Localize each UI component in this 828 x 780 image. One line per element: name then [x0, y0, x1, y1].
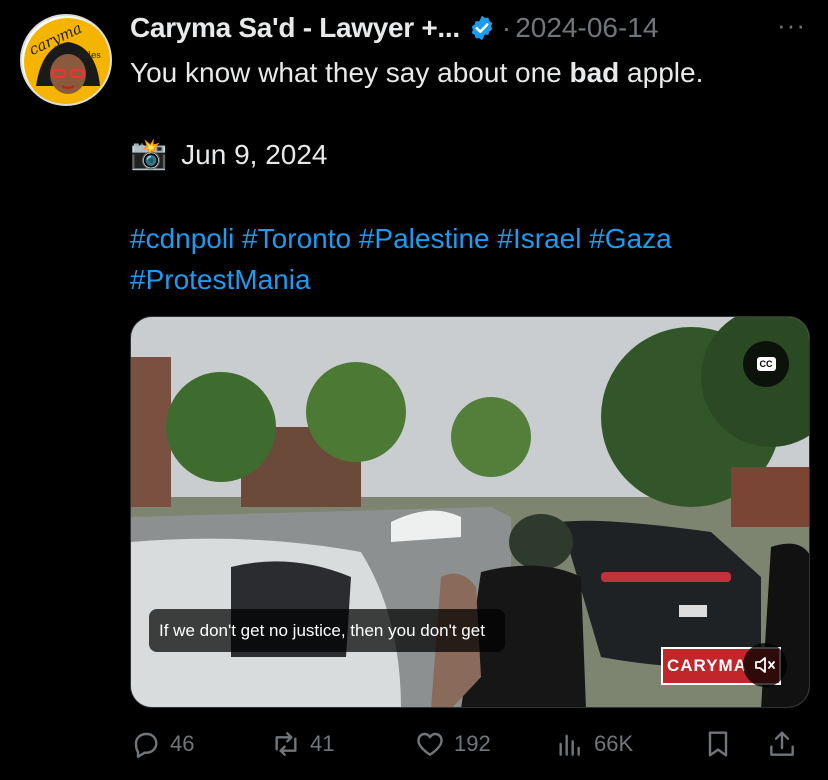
bookmark-button[interactable] — [702, 724, 742, 764]
tweet-photo-date-line: 📸 Jun 9, 2024 — [130, 136, 327, 174]
reply-button[interactable]: 46 — [130, 724, 194, 764]
author-name[interactable]: Caryma Sa'd - Lawyer +... — [130, 12, 460, 44]
reply-icon — [134, 732, 158, 758]
cc-icon: CC — [756, 357, 776, 371]
hashtag-list: #cdnpoli #Toronto #Palestine #Israel #Ga… — [130, 218, 810, 300]
svg-text:rules: rules — [78, 51, 101, 61]
avatar[interactable]: caryma rules — [20, 14, 112, 106]
hashtag-toronto[interactable]: #Toronto — [242, 223, 351, 254]
separator-dot: · — [501, 12, 512, 43]
verified-badge-icon[interactable] — [468, 14, 496, 42]
hashtag-gaza[interactable]: #Gaza — [589, 223, 672, 254]
like-count: 192 — [454, 731, 491, 756]
mute-toggle-button[interactable] — [743, 643, 787, 687]
closed-captions-button[interactable]: CC — [743, 341, 789, 387]
video-player[interactable]: CC If we don't get no justice, then you … — [130, 316, 810, 708]
hashtag-cdnpoli[interactable]: #cdnpoli — [130, 223, 234, 254]
tweet-text-pre: You know what they say about one — [130, 57, 570, 88]
like-button[interactable]: 192 — [414, 724, 491, 764]
speaker-muted-icon — [755, 657, 775, 673]
hashtag-israel[interactable]: #Israel — [497, 223, 581, 254]
share-button[interactable] — [766, 724, 806, 764]
tweet-header: Caryma Sa'd - Lawyer +... · 2024-06-14 ·… — [130, 10, 820, 46]
bookmark-icon — [708, 731, 728, 757]
tweet-text-post: apple. — [619, 57, 704, 88]
views-button[interactable]: 66K — [554, 724, 633, 764]
repost-button[interactable]: 41 — [270, 724, 334, 764]
share-icon — [770, 731, 794, 756]
tweet-actions: 46 41 192 66K — [130, 724, 820, 764]
avatar-image: caryma rules — [24, 18, 110, 104]
more-options-icon[interactable]: ··· — [777, 10, 806, 41]
tweet-text-line1: You know what they say about one bad app… — [130, 54, 703, 92]
repost-icon — [275, 732, 297, 756]
hashtag-protestmania[interactable]: #ProtestMania — [130, 264, 311, 295]
video-caption: If we don't get no justice, then you don… — [149, 609, 505, 652]
views-count: 66K — [594, 731, 634, 756]
tweet-text-bold: bad — [569, 57, 620, 88]
photo-date: Jun 9, 2024 — [181, 139, 328, 170]
heart-icon — [417, 732, 443, 756]
tweet-date[interactable]: 2024-06-14 — [515, 12, 658, 44]
repost-count: 41 — [310, 731, 335, 756]
camera-flash-icon: 📸 — [130, 138, 168, 171]
reply-count: 46 — [170, 731, 195, 756]
hashtag-palestine[interactable]: #Palestine — [359, 223, 490, 254]
views-chart-icon — [559, 734, 580, 756]
